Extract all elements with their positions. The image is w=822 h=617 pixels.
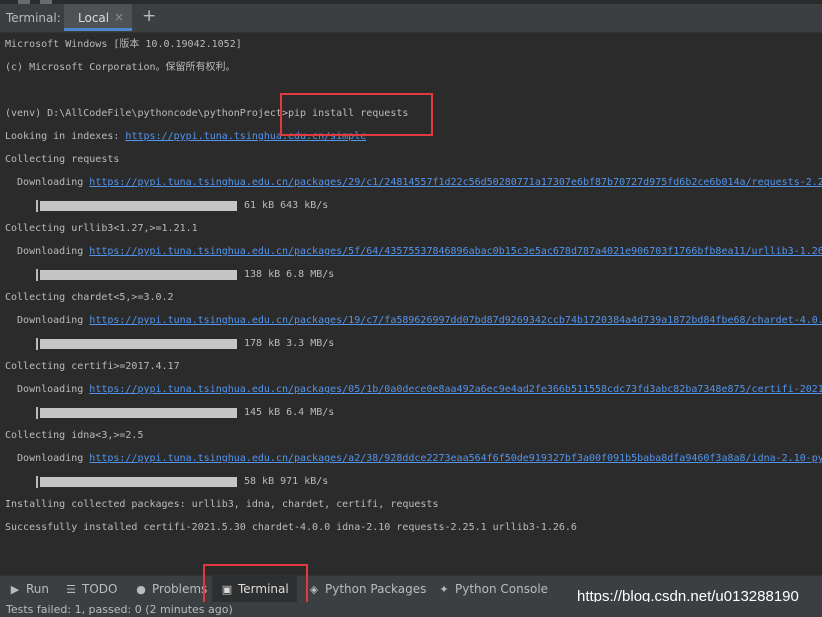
tool-run-label: Run	[26, 582, 50, 596]
tool-python-packages-label: Python Packages	[325, 582, 427, 596]
list-icon: ☰	[66, 582, 76, 596]
progress-bar-edge	[36, 476, 38, 488]
python-icon: ✦	[439, 582, 449, 596]
status-text: Tests failed: 1, passed: 0 (2 minutes ag…	[6, 603, 233, 616]
new-tab-plus-icon[interactable]: +	[142, 6, 156, 26]
shell-prompt: (venv) D:\AllCodeFile\pythoncode\pythonP…	[5, 108, 288, 119]
output-line: Collecting requests	[5, 154, 120, 165]
download-prefix: Downloading	[5, 453, 90, 464]
output-line: Collecting idna<3,>=2.5	[5, 430, 144, 441]
tool-run[interactable]: ▶ Run	[8, 576, 49, 602]
output-line: Downloading https://pypi.tuna.tsinghua.e…	[5, 453, 822, 465]
index-prefix: Looking in indexes:	[5, 131, 126, 142]
output-line: Collecting certifi>=2017.4.17	[5, 361, 180, 372]
terminal-header: Terminal: Local × +	[0, 0, 822, 33]
output-line: Downloading https://pypi.tuna.tsinghua.e…	[5, 177, 822, 189]
download-link[interactable]: https://pypi.tuna.tsinghua.edu.cn/packag…	[89, 177, 822, 188]
progress-bar-fill	[40, 408, 237, 418]
tool-todo-label: TODO	[82, 582, 118, 596]
progress-bar-fill	[40, 270, 237, 280]
tool-problems-label: Problems	[152, 582, 208, 596]
play-icon: ▶	[10, 582, 20, 596]
progress-text: 138 kB 6.8 MB/s	[244, 269, 335, 280]
progress-text: 58 kB 971 kB/s	[244, 476, 329, 487]
output-line: Collecting chardet<5,>=3.0.2	[5, 292, 174, 303]
download-prefix: Downloading	[5, 384, 90, 395]
download-link[interactable]: https://pypi.tuna.tsinghua.edu.cn/packag…	[89, 453, 822, 464]
progress-bar-edge	[36, 407, 38, 419]
download-prefix: Downloading	[5, 177, 90, 188]
panel-title: Terminal:	[6, 11, 61, 25]
output-line: Downloading https://pypi.tuna.tsinghua.e…	[5, 384, 822, 396]
tool-python-console-label: Python Console	[455, 582, 549, 596]
progress-bar-fill	[40, 477, 237, 487]
tool-python-packages[interactable]: ◈ Python Packages	[307, 576, 427, 602]
download-prefix: Downloading	[5, 315, 90, 326]
progress-bar-fill	[40, 339, 237, 349]
output-line: Downloading https://pypi.tuna.tsinghua.e…	[5, 246, 822, 258]
download-link[interactable]: https://pypi.tuna.tsinghua.edu.cn/packag…	[89, 384, 822, 395]
toolbar-icon	[18, 0, 30, 4]
progress-bar-edge	[36, 269, 38, 281]
output-line: Collecting urllib3<1.27,>=1.21.1	[5, 223, 198, 234]
tool-python-console[interactable]: ✦ Python Console	[437, 576, 548, 602]
progress-text: 178 kB 3.3 MB/s	[244, 338, 335, 349]
tool-todo[interactable]: ☰ TODO	[64, 576, 117, 602]
progress-bar-fill	[40, 201, 237, 211]
output-line: Installing collected packages: urllib3, …	[5, 499, 439, 510]
output-line: (c) Microsoft Corporation。保留所有权利。	[5, 62, 236, 73]
output-line: Downloading https://pypi.tuna.tsinghua.e…	[5, 315, 822, 327]
tab-local[interactable]: Local ×	[64, 4, 132, 31]
progress-bar-edge	[36, 338, 38, 350]
highlight-box-command	[280, 93, 433, 136]
close-icon[interactable]: ×	[114, 10, 124, 24]
download-link[interactable]: https://pypi.tuna.tsinghua.edu.cn/packag…	[89, 246, 822, 257]
output-line: Successfully installed certifi-2021.5.30…	[5, 522, 577, 533]
progress-text: 61 kB 643 kB/s	[244, 200, 329, 211]
download-link[interactable]: https://pypi.tuna.tsinghua.edu.cn/packag…	[89, 315, 822, 326]
progress-bar-edge	[36, 200, 38, 212]
tool-problems[interactable]: ● Problems	[134, 576, 207, 602]
packages-icon: ◈	[309, 582, 319, 596]
progress-text: 145 kB 6.4 MB/s	[244, 407, 335, 418]
toolbar-icon	[40, 0, 52, 4]
info-icon: ●	[136, 582, 146, 596]
tab-local-label: Local	[78, 11, 110, 25]
download-prefix: Downloading	[5, 246, 90, 257]
status-bar: Tests failed: 1, passed: 0 (2 minutes ag…	[0, 602, 822, 617]
output-line: Microsoft Windows [版本 10.0.19042.1052]	[5, 39, 242, 50]
